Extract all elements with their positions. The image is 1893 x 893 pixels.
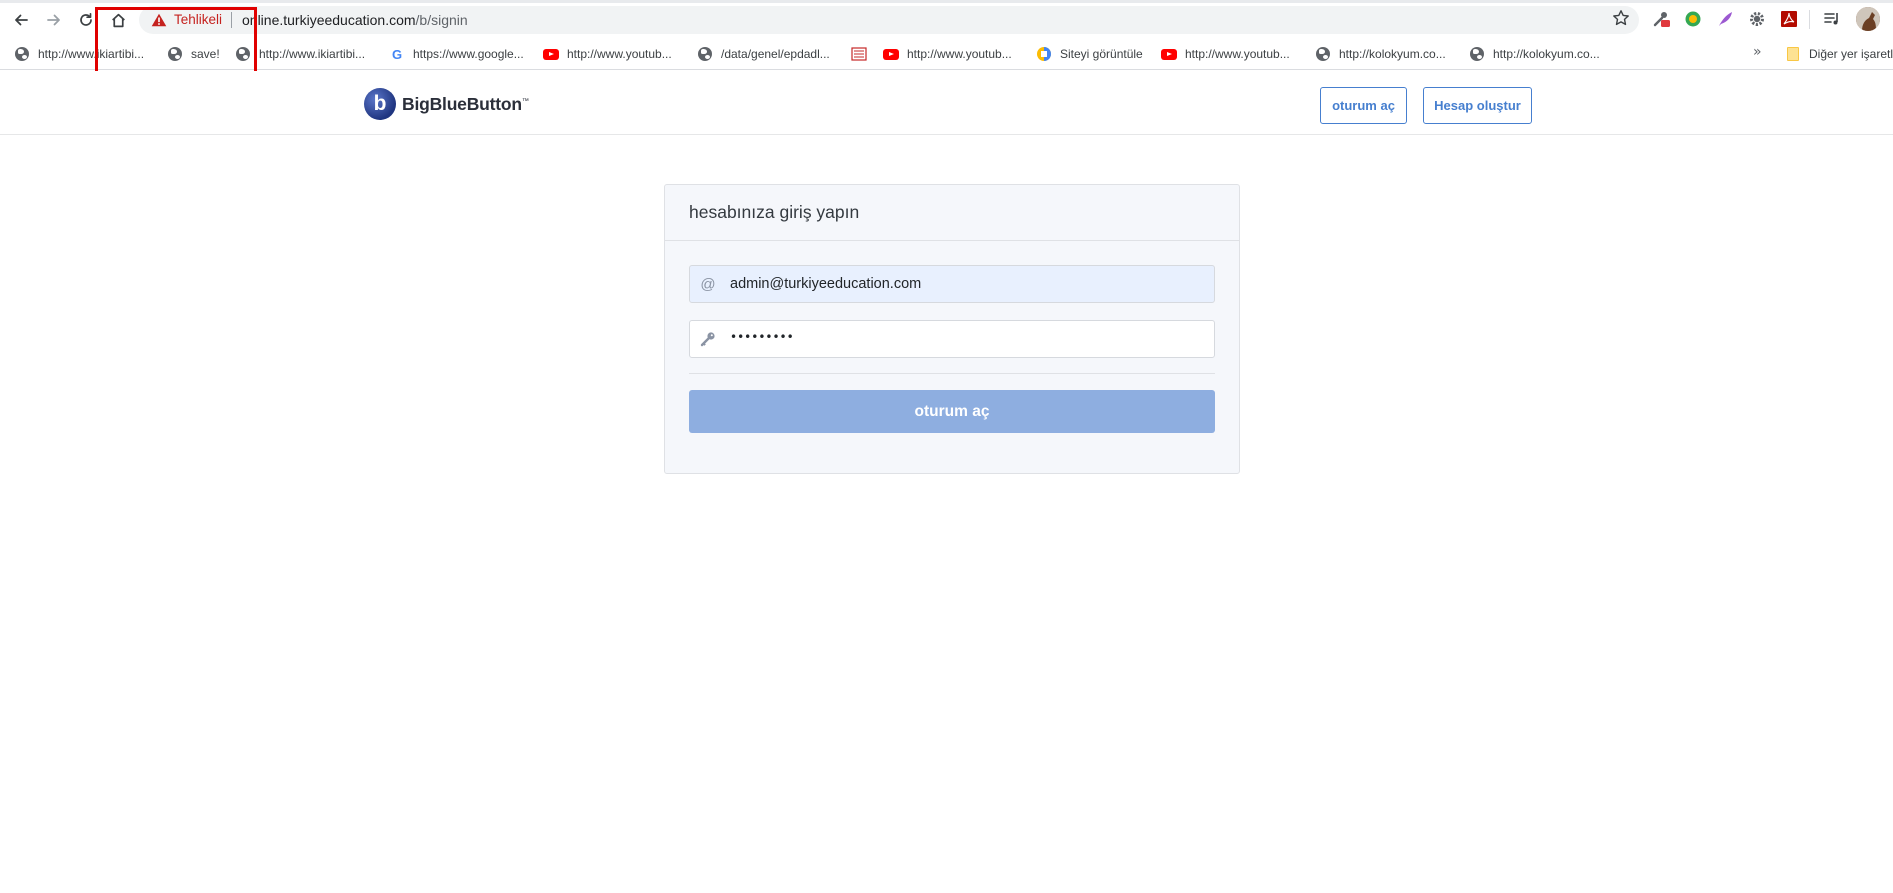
url-host: online.turkiyeeducation.com — [242, 12, 416, 28]
bookmark-item[interactable]: Ghttps://www.google... — [389, 43, 524, 65]
signup-header-button[interactable]: Hesap oluştur — [1423, 87, 1532, 124]
bookmark-item[interactable]: http://www.youtub... — [1161, 43, 1290, 65]
bookmark-label: http://www.youtub... — [1185, 47, 1290, 61]
address-separator — [231, 12, 232, 28]
bookmark-item[interactable] — [851, 43, 875, 65]
forward-arrow-icon — [47, 14, 60, 26]
key-icon — [699, 330, 717, 348]
bookmark-item[interactable]: http://kolokyum.co... — [1315, 43, 1446, 65]
password-field[interactable]: ••••••••• — [689, 320, 1215, 358]
globe-icon — [1469, 46, 1485, 62]
google-icon: G — [391, 46, 403, 62]
bookmark-label: http://www.ikiartibi... — [259, 47, 366, 61]
login-card: hesabınıza giriş yapın @ admin@turkiyeed… — [664, 184, 1240, 474]
media-queue-icon[interactable] — [1822, 9, 1842, 29]
profile-avatar[interactable] — [1856, 7, 1880, 31]
bookmark-label: save! — [191, 47, 220, 61]
globe-icon — [235, 46, 251, 62]
youtube-icon — [883, 46, 899, 62]
globe-icon — [167, 46, 183, 62]
tab-strip-edge — [0, 0, 1893, 3]
email-value: admin@turkiyeeducation.com — [730, 276, 922, 292]
bookmark-item[interactable]: save! — [167, 43, 220, 65]
bookmark-label: Siteyi görüntüle — [1060, 47, 1143, 61]
card-header: hesabınıza giriş yapın — [665, 185, 1239, 241]
bookmark-item[interactable]: http://kolokyum.co... — [1469, 43, 1600, 65]
other-bookmarks-folder[interactable]: Diğer yer işaretl — [1785, 43, 1893, 65]
back-arrow-icon — [15, 14, 28, 26]
signin-submit-button[interactable]: oturum aç — [689, 390, 1215, 433]
brand-trademark: ™ — [521, 97, 529, 105]
bookmark-label: http://kolokyum.co... — [1339, 47, 1446, 61]
bookmark-item[interactable]: /data/genel/epdadl... — [697, 43, 830, 65]
security-status[interactable]: Tehlikeli — [174, 12, 222, 27]
forward-button[interactable] — [43, 9, 65, 31]
globe-icon — [1315, 46, 1331, 62]
folder-icon — [1785, 46, 1801, 62]
url-path: /b/signin — [415, 12, 468, 28]
globe-icon — [14, 46, 30, 62]
docs-icon — [1036, 46, 1052, 62]
bookmark-label: http://www.ikiartibi... — [38, 47, 145, 61]
bookmark-item[interactable]: Siteyi görüntüle — [1036, 43, 1143, 65]
bookmark-label: http://kolokyum.co... — [1493, 47, 1600, 61]
extension-eyedropper-icon[interactable] — [1651, 9, 1671, 29]
brand-name: BigBlueButton™ — [402, 94, 529, 115]
book-icon — [851, 46, 867, 62]
extension-feather-icon[interactable] — [1715, 9, 1735, 29]
site-header — [0, 71, 1893, 135]
youtube-icon — [543, 46, 559, 62]
bookmark-star-icon[interactable] — [1612, 9, 1630, 27]
home-button[interactable] — [107, 9, 129, 31]
bookmark-item[interactable]: http://www.ikiartibi... — [235, 43, 365, 65]
bookmark-label: http://www.youtub... — [567, 47, 672, 61]
bookmark-label: http://www.youtub... — [907, 47, 1012, 61]
form-divider — [689, 373, 1215, 374]
card-title: hesabınıza giriş yapın — [689, 202, 860, 222]
extension-green-circle-icon[interactable] — [1683, 9, 1703, 29]
bookmark-label: https://www.google... — [413, 47, 524, 61]
reload-button[interactable] — [75, 9, 97, 31]
at-icon: @ — [700, 275, 716, 293]
toolbar-separator — [1809, 10, 1810, 29]
extension-pdf-icon[interactable] — [1779, 9, 1799, 29]
bookmark-item[interactable]: http://www.youtub... — [883, 43, 1012, 65]
signin-header-button[interactable]: oturum aç — [1320, 87, 1407, 124]
bookmark-item[interactable]: http://www.ikiartibi... — [14, 43, 144, 65]
bookmark-item[interactable]: http://www.youtub... — [543, 43, 672, 65]
password-value: ••••••••• — [730, 330, 794, 344]
bookmark-label: /data/genel/epdadl... — [721, 47, 830, 61]
url-text[interactable]: online.turkiyeeducation.com/b/signin — [242, 12, 468, 28]
youtube-icon — [1161, 46, 1177, 62]
warning-icon[interactable] — [151, 13, 167, 27]
globe-icon — [697, 46, 713, 62]
more-bookmarks-chevron-icon[interactable]: » — [1753, 44, 1762, 60]
brand-text: BigBlueButton — [402, 93, 522, 114]
home-icon — [111, 13, 125, 27]
extension-gear-icon[interactable] — [1747, 9, 1767, 29]
logo-letter: b — [373, 91, 387, 115]
logo-mark-icon: b — [364, 88, 396, 120]
email-field[interactable]: @ admin@turkiyeeducation.com — [689, 265, 1215, 303]
back-button[interactable] — [10, 9, 32, 31]
bigbluebutton-logo[interactable]: b BigBlueButton™ — [364, 88, 529, 120]
folder-label: Diğer yer işaretl — [1809, 47, 1893, 61]
reload-icon — [80, 12, 92, 26]
